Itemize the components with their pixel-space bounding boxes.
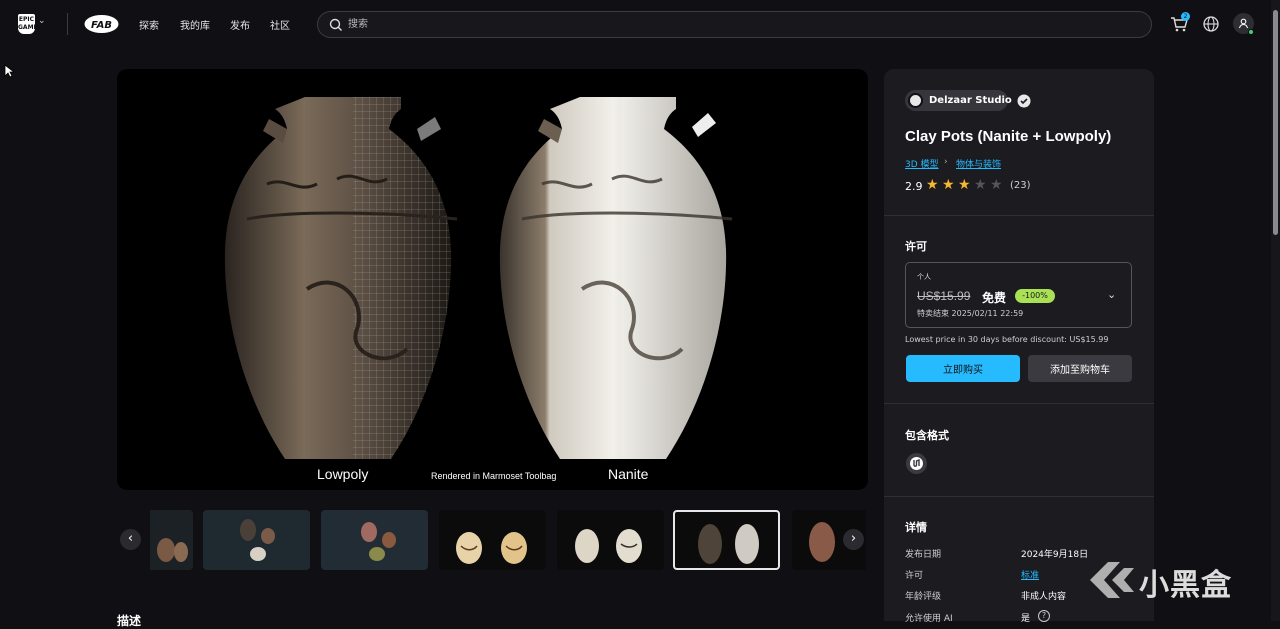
rating-score: 2.9 <box>905 180 923 193</box>
formats-heading: 包含格式 <box>905 429 949 442</box>
search-bar[interactable] <box>317 11 1152 38</box>
discount-badge: -100% <box>1015 289 1055 303</box>
unreal-engine-logo <box>910 457 923 470</box>
hero-label-render-note: Rendered in Marmoset Toolbag <box>431 471 557 481</box>
globe-icon[interactable] <box>1202 15 1220 33</box>
thumbnail-image <box>240 519 275 561</box>
thumbnail-image <box>361 522 396 561</box>
thumb-next-button[interactable]: › <box>843 529 864 550</box>
online-status-dot <box>1248 29 1254 35</box>
section-divider <box>884 403 1154 404</box>
star-filled-icon: ★ <box>926 177 939 193</box>
unreal-engine-icon[interactable] <box>906 453 927 474</box>
fab-logo[interactable]: FAB <box>84 14 119 34</box>
thumbnail-4[interactable] <box>439 510 546 570</box>
lowest-price-note: Lowest price in 30 days before discount:… <box>905 335 1109 344</box>
detail-value-age-rating: 非成人内容 <box>1021 592 1067 602</box>
thumbnail-image <box>575 529 642 563</box>
detail-value-ai-allowed: 是 <box>1021 614 1031 624</box>
nanite-pot <box>499 97 733 459</box>
nav-divider <box>67 13 68 35</box>
chevron-down-icon[interactable]: ⌄ <box>1107 288 1116 301</box>
thumbnail-2[interactable] <box>203 510 310 570</box>
rating-count: (23) <box>1010 180 1031 191</box>
chevron-right-icon: › <box>944 157 948 167</box>
seller-name[interactable]: Delzaar Studio <box>929 95 1012 106</box>
details-heading: 详情 <box>905 521 927 534</box>
detail-value-release-date: 2024年9月18日 <box>1021 550 1089 560</box>
detail-label-license: 许可 <box>905 571 924 581</box>
lowpoly-pot <box>224 97 458 459</box>
nav-community[interactable]: 社区 <box>270 17 290 32</box>
chevron-down-icon[interactable]: ⌄ <box>38 16 46 26</box>
section-divider <box>884 215 1154 216</box>
sale-end-date: 特卖结束 2025/02/11 22:59 <box>917 309 1024 318</box>
watermark-text: 小黑盒 <box>1139 568 1232 603</box>
hero-image[interactable]: Lowpoly Rendered in Marmoset Toolbag Nan… <box>117 69 868 490</box>
search-input[interactable] <box>348 12 1128 37</box>
thumbnail-image <box>456 532 527 564</box>
detail-label-release-date: 发布日期 <box>905 550 942 560</box>
detail-label-age-rating: 年龄评级 <box>905 592 942 602</box>
detail-value-license-link[interactable]: 标准 <box>1021 568 1039 581</box>
breadcrumb-3d-models[interactable]: 3D 模型 <box>905 157 939 170</box>
fab-logo-text: FAB <box>91 20 112 31</box>
hero-label-nanite: Nanite <box>608 466 649 482</box>
search-icon <box>329 18 342 31</box>
breadcrumb-objects-decor[interactable]: 物体与装饰 <box>956 157 1001 170</box>
detail-label-ai-allowed: 允许使用 AI <box>905 614 953 624</box>
verified-badge-icon <box>1017 94 1031 108</box>
sale-price: 免费 <box>982 291 1007 305</box>
hero-label-lowpoly: Lowpoly <box>317 466 369 482</box>
help-icon[interactable]: ? <box>1038 610 1050 622</box>
thumbnail-5[interactable] <box>557 510 664 570</box>
mouse-cursor-icon <box>4 64 14 78</box>
product-title: Clay Pots (Nanite + Lowpoly) <box>905 128 1112 145</box>
star-filled-icon: ★ <box>958 177 971 193</box>
license-heading: 许可 <box>905 240 927 253</box>
thumbnail-1[interactable] <box>150 510 193 570</box>
thumbnail-image <box>698 524 759 564</box>
epic-games-logo[interactable]: EPIC GAMES <box>18 14 42 34</box>
product-info-panel <box>884 69 1154 621</box>
star-filled-icon: ★ <box>942 177 955 193</box>
add-to-cart-button[interactable]: 添加至购物车 <box>1028 355 1132 382</box>
scrollbar-thumb[interactable] <box>1273 10 1278 235</box>
thumbnail-strip <box>150 510 866 571</box>
buy-now-button[interactable]: 立即购买 <box>906 355 1020 382</box>
nav-my-library[interactable]: 我的库 <box>180 17 210 32</box>
section-divider <box>884 496 1154 497</box>
thumbnail-6-selected[interactable] <box>673 510 780 570</box>
thumb-prev-button[interactable]: ‹ <box>120 529 141 550</box>
nav-explore[interactable]: 探索 <box>139 17 159 32</box>
cart-count-badge: 2 <box>1181 12 1190 21</box>
nav-publish[interactable]: 发布 <box>230 17 250 32</box>
original-price: US$15.99 <box>917 289 971 303</box>
star-empty-icon: ★ <box>974 177 987 193</box>
star-empty-icon: ★ <box>990 177 1003 193</box>
license-tier: 个人 <box>917 273 931 281</box>
thumbnail-3[interactable] <box>321 510 428 570</box>
clay-pots-render <box>224 97 733 459</box>
seller-logo-icon <box>908 93 923 108</box>
thumbnail-image <box>157 538 188 562</box>
